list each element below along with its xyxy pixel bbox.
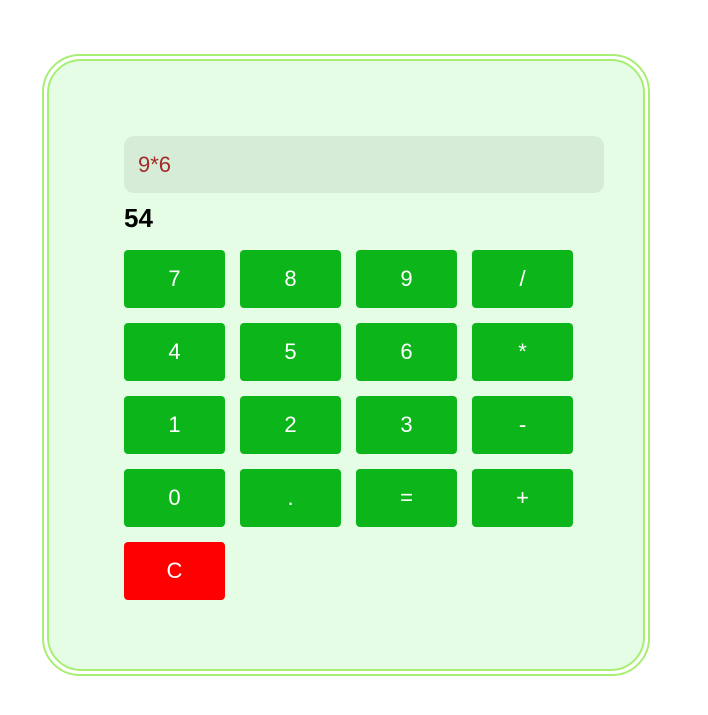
key-8-button[interactable]: 8: [240, 250, 341, 308]
key-6-button[interactable]: 6: [356, 323, 457, 381]
key-2-button[interactable]: 2: [240, 396, 341, 454]
key-add-button[interactable]: +: [472, 469, 573, 527]
key-subtract-button[interactable]: -: [472, 396, 573, 454]
result-value: 54: [124, 203, 153, 233]
key-1-button[interactable]: 1: [124, 396, 225, 454]
key-9-button[interactable]: 9: [356, 250, 457, 308]
key-0-button[interactable]: 0: [124, 469, 225, 527]
key-equals-button[interactable]: =: [356, 469, 457, 527]
key-multiply-button[interactable]: *: [472, 323, 573, 381]
key-3-button[interactable]: 3: [356, 396, 457, 454]
key-7-button[interactable]: 7: [124, 250, 225, 308]
expression-display[interactable]: 9*6: [124, 136, 604, 193]
expression-text: 9*6: [138, 152, 172, 177]
key-5-button[interactable]: 5: [240, 323, 341, 381]
clear-button[interactable]: C: [124, 542, 225, 600]
key-decimal-button[interactable]: .: [240, 469, 341, 527]
key-4-button[interactable]: 4: [124, 323, 225, 381]
key-divide-button[interactable]: /: [472, 250, 573, 308]
